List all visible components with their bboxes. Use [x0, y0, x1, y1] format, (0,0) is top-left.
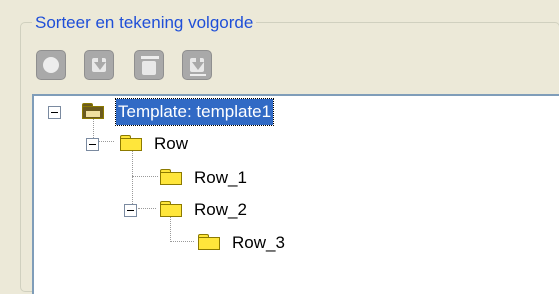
move-bottom-button[interactable]	[134, 50, 164, 80]
folder-icon	[160, 169, 182, 185]
tree-node-template[interactable]: Template: template1	[34, 98, 534, 126]
template-folder-icon	[82, 103, 104, 119]
groupbox-title: Sorteer en tekening volgorde	[32, 13, 257, 33]
collapse-icon[interactable]	[124, 204, 137, 217]
move-top-button[interactable]	[36, 50, 66, 80]
tree-node-label: Row_3	[232, 233, 285, 252]
tree-node-label: Row	[154, 134, 189, 153]
tree-node-row[interactable]: Row	[34, 131, 534, 157]
folder-icon	[120, 135, 142, 151]
collapse-icon[interactable]	[48, 106, 61, 119]
tree-node-row-1[interactable]: Row_1	[34, 165, 534, 191]
tree-node-label: Row_2	[194, 200, 247, 219]
tree-node-label: Row_1	[194, 168, 247, 187]
move-top-icon	[43, 57, 59, 73]
order-tree[interactable]: Template: template1 Row Row_1 Row_2 Row_…	[32, 94, 559, 294]
move-down-button[interactable]	[84, 50, 114, 80]
move-down-last-button[interactable]	[182, 50, 212, 80]
tree-node-row-2[interactable]: Row_2	[34, 197, 534, 223]
folder-icon	[160, 201, 182, 217]
collapse-icon[interactable]	[86, 138, 99, 151]
move-bottom-icon	[142, 61, 156, 75]
tree-node-label: Template: template1	[114, 98, 275, 126]
folder-icon	[198, 234, 220, 250]
tree-node-row-3[interactable]: Row_3	[34, 230, 534, 256]
